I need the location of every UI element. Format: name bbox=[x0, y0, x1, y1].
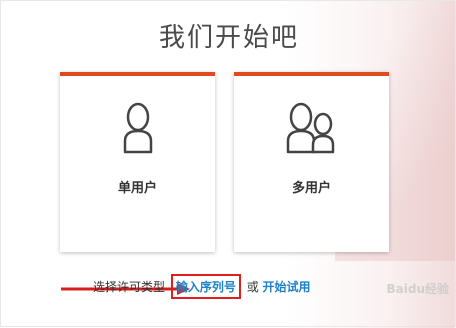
multi-user-label: 多用户 bbox=[291, 181, 331, 196]
multi-user-card[interactable]: 多用户 bbox=[234, 72, 389, 252]
watermark: Baidu经验 bbox=[386, 282, 450, 296]
users-icon bbox=[234, 100, 389, 160]
serial-highlight-box: 输入序列号 bbox=[170, 274, 241, 299]
single-user-label: 单用户 bbox=[117, 181, 157, 196]
page-title: 我们开始吧 bbox=[158, 23, 299, 53]
license-type-footer: 选择许可类型 输入序列号 或 开始试用 bbox=[93, 274, 311, 299]
user-icon bbox=[60, 100, 215, 160]
start-trial-link[interactable]: 开始试用 bbox=[263, 280, 311, 294]
license-selection-page: 我们开始吧 单用户 多用户 选择许可类型 输入序列号 或 开始试用 Baidu经… bbox=[0, 0, 456, 328]
single-user-card[interactable]: 单用户 bbox=[60, 72, 215, 252]
or-text: 或 bbox=[246, 280, 259, 294]
license-type-prompt: 选择许可类型 bbox=[93, 280, 166, 294]
enter-serial-link[interactable]: 输入序列号 bbox=[176, 280, 236, 294]
